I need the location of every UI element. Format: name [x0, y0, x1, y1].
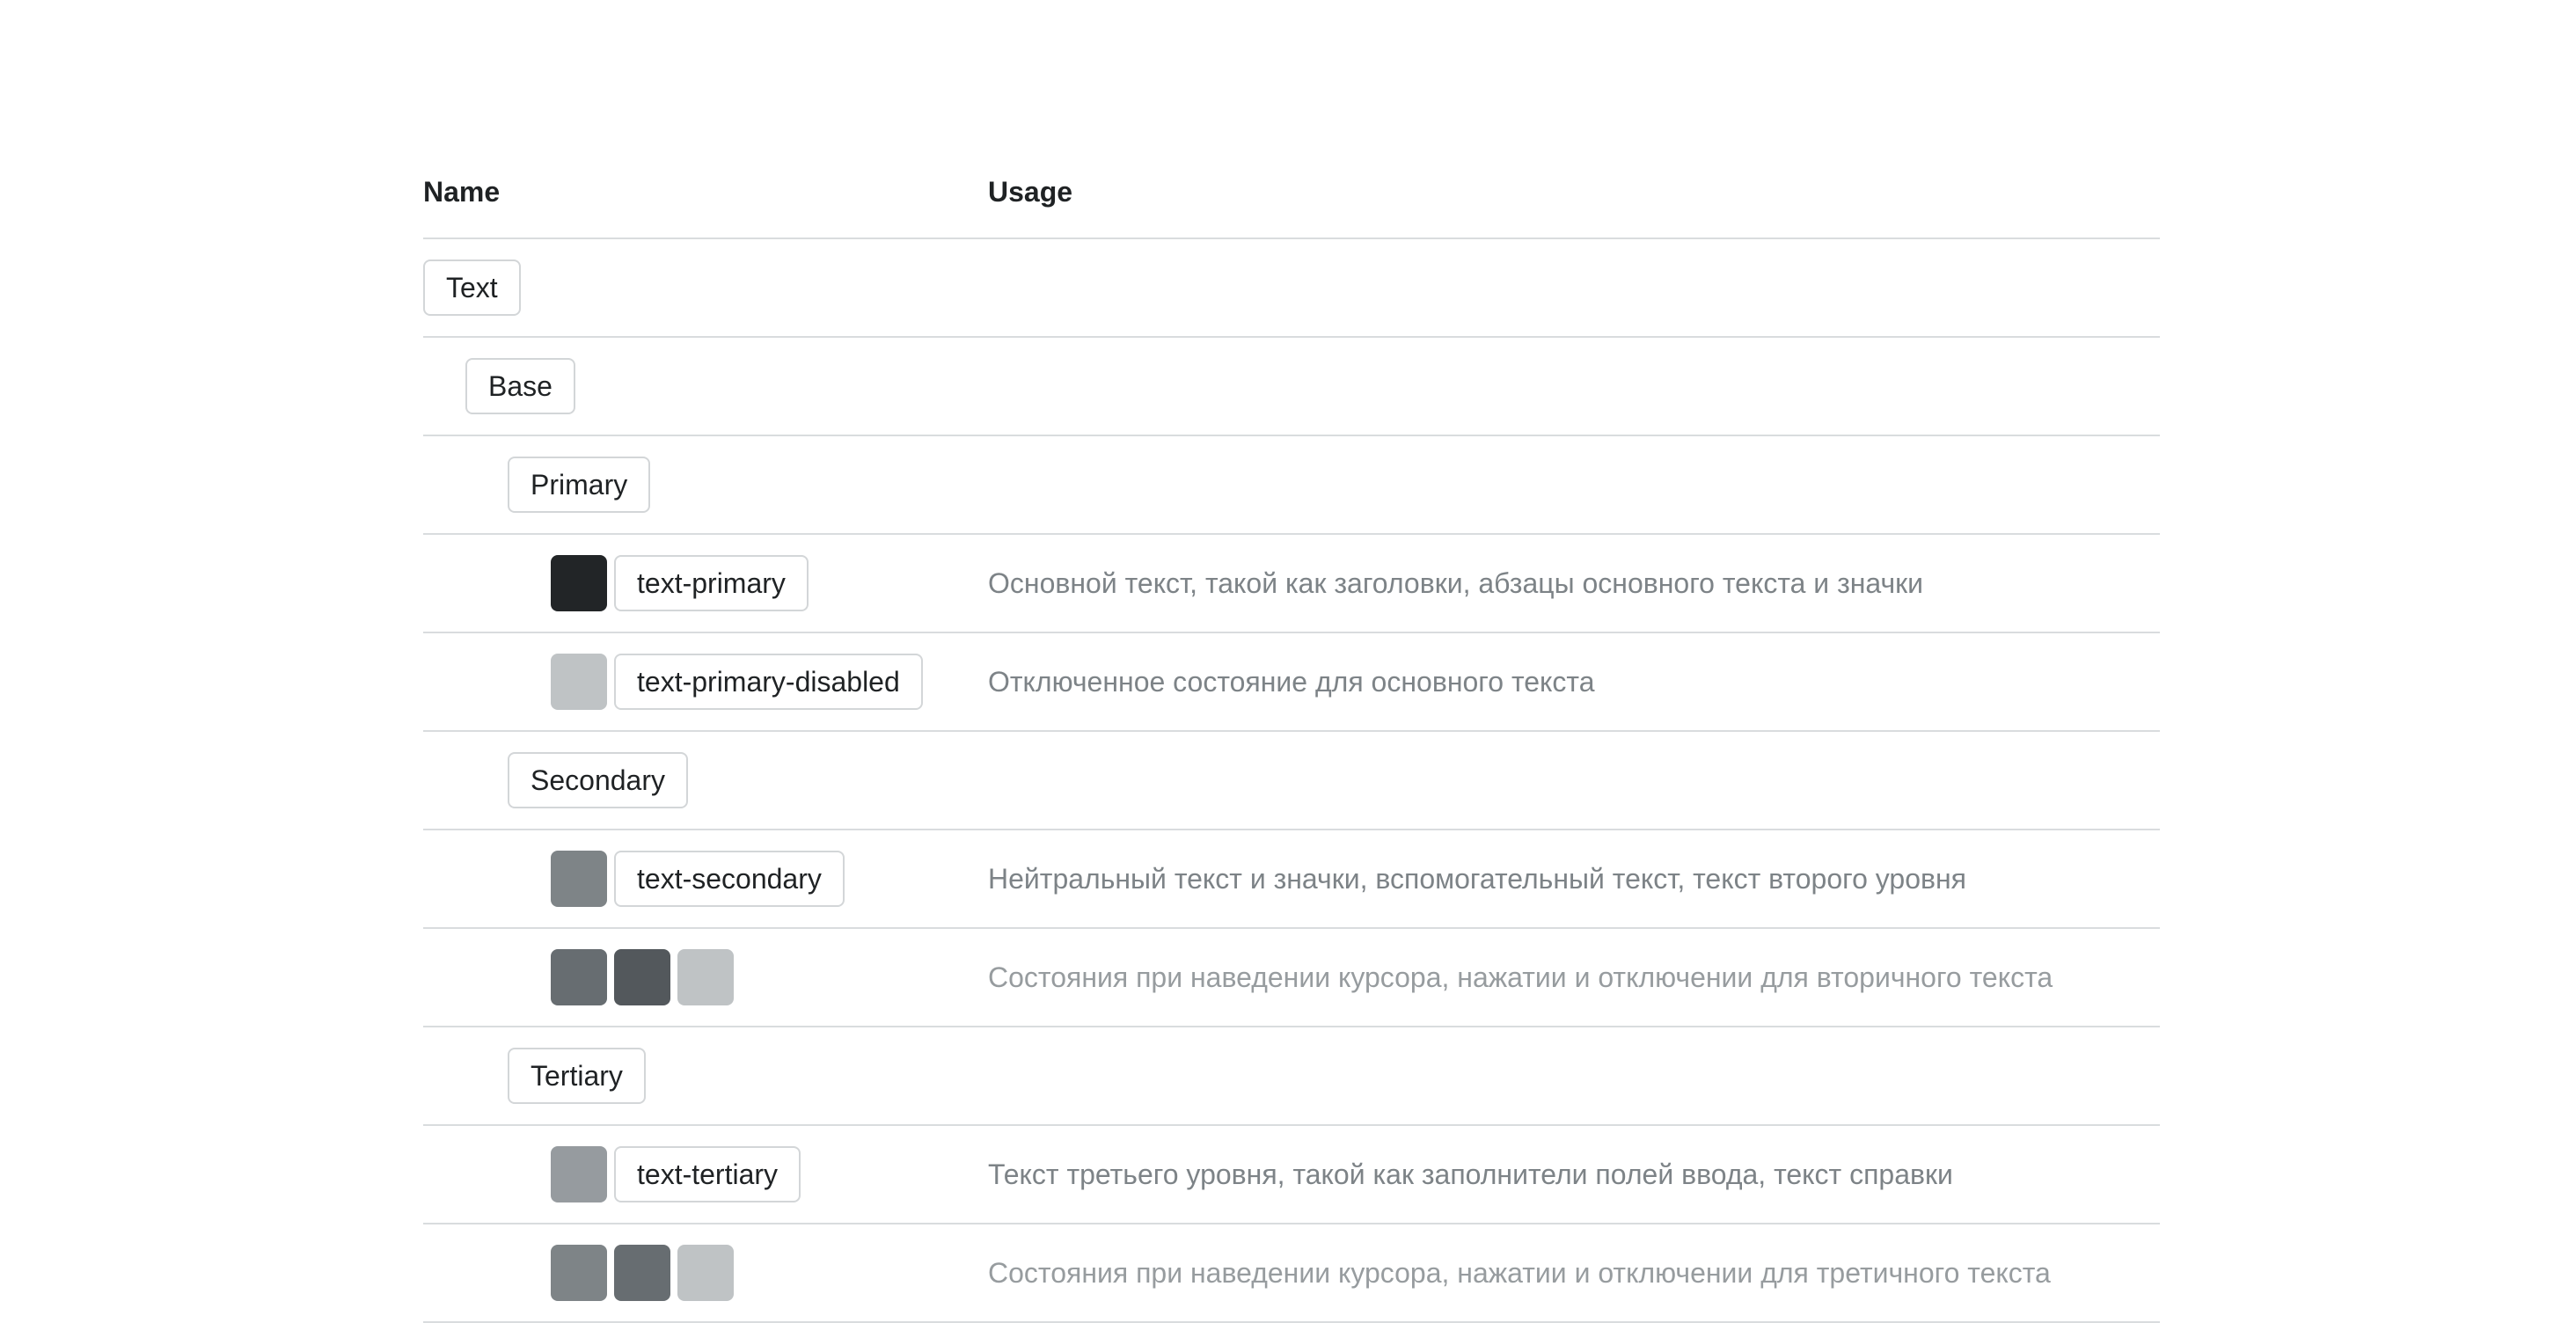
name-cell: Tertiary: [508, 1027, 646, 1124]
name-cell: [551, 929, 734, 1026]
color-token-table: Name Usage Text Base Primary text-primar…: [423, 0, 2160, 1323]
column-header-name: Name: [423, 176, 501, 208]
name-cell: text-primary-disabled: [551, 633, 923, 730]
group-tag-text: Text: [423, 259, 521, 316]
name-cell: text-secondary: [551, 830, 845, 927]
table-row: Состояния при наведении курсора, нажатии…: [423, 1224, 2160, 1323]
table-row: Состояния при наведении курсора, нажатии…: [423, 929, 2160, 1027]
table-row: text-secondary Нейтральный текст и значк…: [423, 830, 2160, 929]
group-tag-base: Base: [465, 358, 575, 414]
usage-text: Нейтральный текст и значки, вспомогатель…: [988, 862, 1966, 895]
name-cell: text-primary: [551, 535, 809, 632]
name-cell: Text: [423, 239, 521, 336]
token-tag-text-primary: text-primary: [614, 555, 809, 611]
usage-text: Состояния при наведении курсора, нажатии…: [988, 1256, 2051, 1289]
name-cell: Primary: [508, 436, 651, 533]
table-row: Text: [423, 239, 2160, 338]
usage-text: Отключенное состояние для основного текс…: [988, 665, 1595, 698]
table-row: Secondary: [423, 732, 2160, 830]
table-row: text-primary-disabled Отключенное состоя…: [423, 633, 2160, 732]
column-header-usage: Usage: [988, 176, 1073, 208]
group-tag-primary: Primary: [508, 457, 651, 513]
usage-text: Текст третьего уровня, такой как заполни…: [988, 1158, 1953, 1190]
token-tag-text-primary-disabled: text-primary-disabled: [614, 654, 923, 710]
table-row: Tertiary: [423, 1027, 2160, 1126]
color-swatch-hover: [551, 949, 607, 1005]
color-swatch-disabled: [677, 1245, 734, 1301]
color-swatch-pressed: [614, 1245, 670, 1301]
name-cell: Base: [465, 338, 575, 435]
table-row: Base: [423, 338, 2160, 436]
color-swatch-pressed: [614, 949, 670, 1005]
usage-text: Состояния при наведении курсора, нажатии…: [988, 961, 2053, 993]
color-swatch: [551, 555, 607, 611]
group-tag-secondary: Secondary: [508, 752, 688, 808]
name-cell: text-tertiary: [551, 1126, 801, 1223]
table-row: text-tertiary Текст третьего уровня, так…: [423, 1126, 2160, 1224]
usage-text: Основной текст, такой как заголовки, абз…: [988, 566, 1924, 599]
group-tag-tertiary: Tertiary: [508, 1048, 646, 1104]
table-row: Primary: [423, 436, 2160, 535]
color-swatch: [551, 654, 607, 710]
table-header: Name Usage: [423, 0, 2160, 239]
name-cell: Secondary: [508, 732, 688, 829]
table-row: text-primary Основной текст, такой как з…: [423, 535, 2160, 633]
name-cell: [551, 1224, 734, 1321]
color-swatch-hover: [551, 1245, 607, 1301]
color-swatch: [551, 1146, 607, 1202]
token-tag-text-tertiary: text-tertiary: [614, 1146, 801, 1202]
color-swatch-disabled: [677, 949, 734, 1005]
token-tag-text-secondary: text-secondary: [614, 851, 845, 907]
color-swatch: [551, 851, 607, 907]
